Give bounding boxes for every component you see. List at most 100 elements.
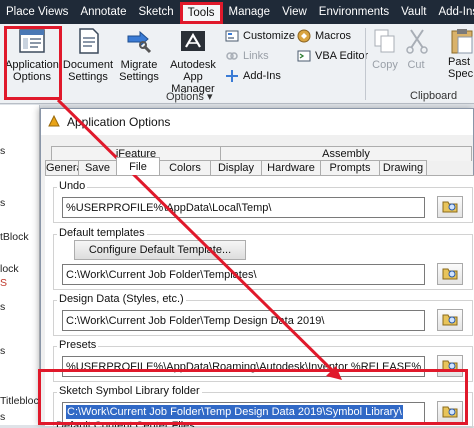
left-strip-text: Titleblock [0, 395, 44, 407]
customize-label: Customize [243, 30, 295, 42]
application-options-dialog: Application Options iFeature Assembly Ge… [40, 108, 474, 428]
tab-save[interactable]: Save [78, 160, 117, 175]
document-settings-label-1: Document [62, 59, 114, 71]
copy-label: Copy [372, 59, 398, 71]
tab-place-views[interactable]: Place Views [0, 0, 74, 24]
macros-label: Macros [315, 30, 352, 42]
application-options-label-2: Options [13, 71, 51, 83]
migrate-settings-button[interactable]: Migrate Settings [114, 26, 164, 83]
tab-manage[interactable]: Manage [223, 0, 277, 24]
paste-special-label-1: Past [448, 56, 471, 68]
vba-editor-button[interactable]: VBA Editor [297, 49, 368, 63]
configure-default-template-button[interactable]: Configure Default Template... [74, 240, 246, 260]
undo-group: Undo [53, 180, 473, 223]
application-options-label-1: Application [5, 59, 59, 71]
selected-path-text: C:\Work\Current Job Folder\Temp Design D… [66, 405, 403, 419]
left-strip-text: lock [0, 263, 19, 275]
add-ins-icon [225, 69, 239, 83]
presets-group: Presets [53, 339, 473, 382]
tab-drawing[interactable]: Drawing [379, 160, 427, 175]
document-settings-label-2: Settings [68, 71, 108, 83]
migrate-settings-label-2: Settings [119, 71, 159, 83]
default-templates-browse-button[interactable] [437, 263, 463, 285]
tab-row-top: iFeature Assembly [41, 146, 474, 161]
paste-special-label-2: Spec [448, 68, 474, 80]
folder-browse-icon [442, 358, 458, 375]
sketch-symbol-library-label: Sketch Symbol Library folder [57, 385, 202, 397]
links-label: Links [243, 50, 269, 62]
folder-browse-icon [442, 404, 458, 421]
macros-button[interactable]: Macros [297, 29, 351, 43]
left-strip-text: s [0, 411, 6, 423]
undo-browse-button[interactable] [437, 196, 463, 218]
left-strip-text: s [0, 301, 6, 313]
tab-environments[interactable]: Environments [313, 0, 395, 24]
design-data-browse-button[interactable] [437, 309, 463, 331]
inventor-logo-icon [47, 114, 61, 131]
document-settings-button[interactable]: Document Settings [62, 26, 114, 83]
document-settings-icon [73, 26, 103, 56]
left-strip-text: tBlock [0, 231, 29, 243]
customize-icon [225, 29, 239, 43]
folder-browse-icon [442, 312, 458, 329]
tab-view[interactable]: View [276, 0, 313, 24]
left-strip-text: s [0, 345, 6, 357]
design-data-group: Design Data (Styles, etc.) [53, 293, 473, 336]
app-manager-button[interactable]: Autodesk App Manager [164, 26, 222, 95]
folder-browse-icon [442, 266, 458, 283]
tab-display[interactable]: Display [210, 160, 262, 175]
tab-tools[interactable]: Tools [179, 2, 223, 24]
paste-icon [448, 26, 474, 56]
tab-colors[interactable]: Colors [159, 160, 211, 175]
dialog-title: Application Options [67, 115, 171, 129]
customize-button[interactable]: Customize [225, 29, 295, 43]
folder-browse-icon [442, 199, 458, 216]
chevron-down-icon: ▾ [206, 91, 213, 103]
ribbon-separator [365, 28, 366, 100]
ribbon-panel: Application Options Document Settings Mi… [0, 24, 474, 104]
application-options-button[interactable]: Application Options [4, 26, 60, 83]
add-ins-button[interactable]: Add-Ins [225, 69, 281, 83]
clipboard-group-label: Clipboard [410, 90, 458, 102]
copy-icon [370, 26, 400, 56]
application-options-icon [17, 26, 47, 56]
tab-hardware[interactable]: Hardware [261, 160, 321, 175]
default-templates-path-input[interactable] [62, 264, 425, 285]
presets-path-input[interactable] [62, 356, 425, 377]
links-icon [225, 49, 239, 63]
tab-general[interactable]: General [45, 160, 85, 175]
ribbon-tab-bar: Place Views Annotate Sketch Tools Manage… [0, 0, 474, 24]
default-content-center-label: Default Content Center Files [56, 420, 195, 427]
copy-button[interactable]: Copy [369, 26, 401, 71]
tab-add-ins[interactable]: Add-Ins [432, 0, 474, 24]
vba-editor-icon [297, 49, 311, 63]
options-group-label[interactable]: Options ▾ [166, 90, 213, 103]
add-ins-label: Add-Ins [243, 70, 281, 82]
tab-sketch[interactable]: Sketch [132, 0, 179, 24]
scissors-icon [402, 26, 432, 56]
tab-annotate[interactable]: Annotate [74, 0, 132, 24]
tab-vault[interactable]: Vault [395, 0, 432, 24]
paste-special-button[interactable]: Past Spec [448, 26, 474, 80]
undo-path-input[interactable] [62, 197, 425, 218]
presets-label: Presets [57, 339, 99, 351]
tab-file[interactable]: File [116, 157, 160, 175]
cut-button[interactable]: Cut [402, 26, 430, 71]
app-manager-label-1: Autodesk [170, 59, 216, 71]
design-data-path-input[interactable] [62, 310, 425, 331]
macros-icon [297, 29, 311, 43]
links-button[interactable]: Links [225, 49, 269, 63]
tab-prompts[interactable]: Prompts [320, 160, 380, 175]
migrate-settings-icon [124, 26, 154, 56]
sketch-symbol-browse-button[interactable] [437, 401, 463, 423]
file-tab-panel: Undo Default templates Configure Default… [45, 175, 474, 428]
app-manager-icon [178, 26, 208, 56]
cut-label: Cut [407, 59, 425, 71]
left-strip-text: S [0, 277, 8, 289]
tab-assembly[interactable]: Assembly [220, 146, 472, 161]
left-browser-strip: s s tBlock lock S s s Titleblock s [0, 105, 44, 425]
left-strip-text: s [0, 145, 6, 157]
presets-browse-button[interactable] [437, 355, 463, 377]
migrate-settings-label-1: Migrate [120, 59, 158, 71]
tab-row-bottom: General Save File Colors Display Hardwar… [45, 157, 474, 175]
